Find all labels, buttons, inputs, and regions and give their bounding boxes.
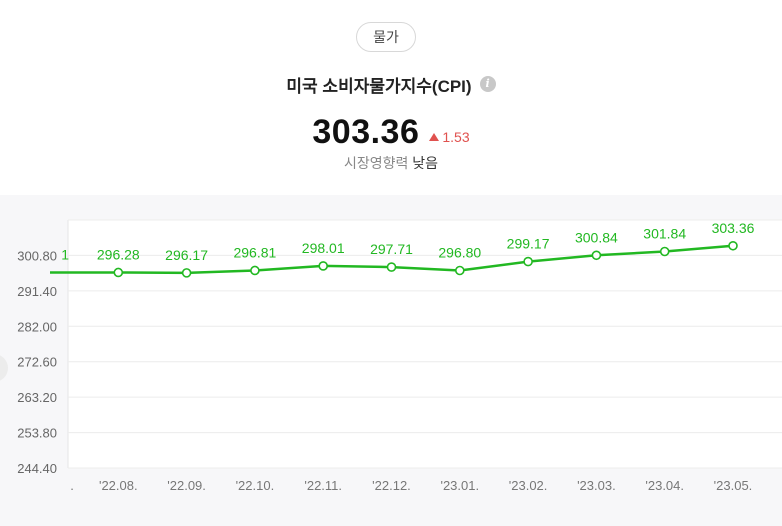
data-point <box>659 246 670 257</box>
x-tick-label: '23.02. <box>509 478 548 493</box>
data-point <box>728 240 738 251</box>
data-label: 299.17 <box>507 236 550 252</box>
x-tick-label: '23.03. <box>577 478 616 493</box>
y-tick-label: 282.00 <box>17 319 57 334</box>
data-label: 296.80 <box>438 245 481 261</box>
x-tick-label: '22.08. <box>99 478 138 493</box>
x-tick-label: . <box>70 478 74 493</box>
x-tick-label: '22.10. <box>236 478 275 493</box>
data-point <box>181 268 192 278</box>
data-label: 296.17 <box>165 247 208 263</box>
y-tick-label: 291.40 <box>17 284 57 299</box>
data-label: 1 <box>61 246 69 262</box>
data-label: 296.81 <box>233 244 276 260</box>
data-label: 298.01 <box>302 240 345 256</box>
cpi-line-chart: 244.40 253.80 263.20 272.60 282.00 291.40 300.… <box>17 219 782 493</box>
x-tick-label: '22.11. <box>304 478 342 493</box>
data-point <box>318 261 329 271</box>
y-tick-label: 300.80 <box>17 248 57 263</box>
data-point <box>113 267 124 278</box>
data-label: 300.84 <box>575 229 618 245</box>
x-tick-label: '23.04. <box>645 478 684 493</box>
y-tick-label: 263.20 <box>17 390 57 405</box>
data-point <box>454 265 465 276</box>
data-label: 301.84 <box>643 226 686 242</box>
data-label: 303.36 <box>712 220 755 236</box>
data-point <box>386 262 397 272</box>
y-tick-label: 244.40 <box>17 461 57 476</box>
x-tick-label: '22.12. <box>372 478 411 493</box>
x-tick-label: '23.05. <box>714 478 753 493</box>
data-point <box>250 265 260 276</box>
x-tick-label: '23.01. <box>440 478 479 493</box>
x-tick-label: '22.09. <box>167 478 206 493</box>
data-point <box>591 250 602 261</box>
y-tick-label: 253.80 <box>17 426 57 441</box>
y-tick-label: 272.60 <box>17 355 57 370</box>
data-point <box>523 256 533 267</box>
data-label: 296.28 <box>97 246 140 262</box>
data-label: 297.71 <box>370 241 413 257</box>
